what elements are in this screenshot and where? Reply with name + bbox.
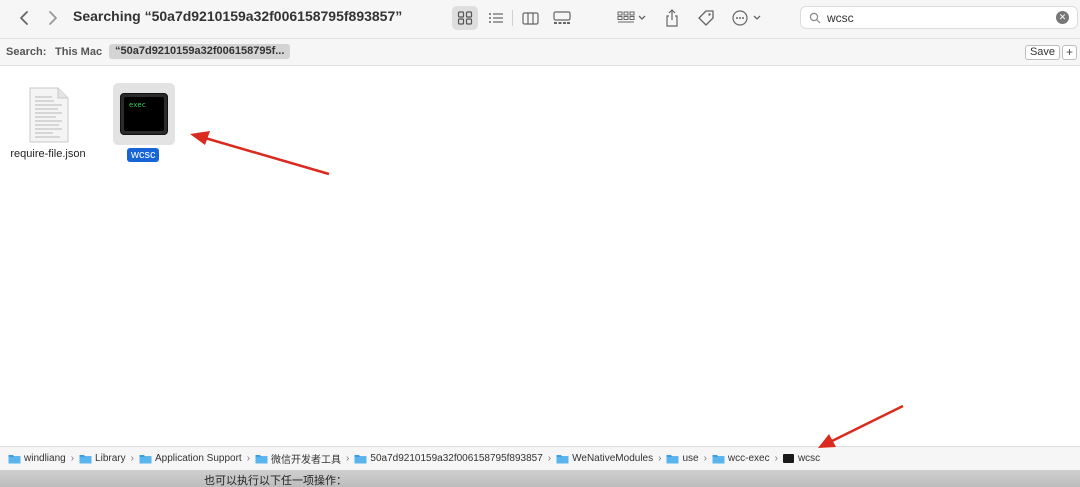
bottom-strip [0,470,1080,487]
path-separator-icon: › [346,453,350,464]
search-scope-bar: Search: This Mac “50a7d9210159a32f006158… [0,38,1080,66]
path-item[interactable]: 微信开发者工具 [255,451,341,466]
chevron-right-icon [49,11,57,25]
magnifier-icon [809,12,821,23]
file-name-selected: wcsc [127,148,160,162]
path-bar: windliang › Library › Application Support › 微信… [0,446,1080,470]
path-item[interactable]: use [666,453,699,464]
annotation-arrow-file [190,131,330,176]
chevron-left-icon [20,11,28,25]
path-separator-icon: › [547,453,552,464]
search-field[interactable]: ✕ [800,6,1078,29]
folder-icon [255,454,268,463]
annotation-arrows [190,131,904,448]
folder-icon [139,454,152,463]
window-title: Searching “50a7d9210159a32f006158795f893… [73,8,403,24]
share-button[interactable] [661,6,683,30]
folder-icon [354,454,367,463]
path-separator-icon: › [774,453,778,464]
back-button[interactable] [14,6,34,30]
folder-icon [556,454,569,463]
folder-icon [79,454,92,463]
gallery-icon [553,11,571,24]
tag-icon [698,10,714,26]
share-icon [666,9,678,27]
exec-label: exec [129,101,146,109]
ellipsis-circle-icon [732,10,761,26]
terminal-icon [782,454,794,463]
forward-button[interactable] [43,6,63,30]
path-item[interactable]: Application Support [139,453,242,464]
add-criteria-button[interactable]: + [1062,45,1077,60]
path-item[interactable]: Library [79,453,126,464]
path-item-label: Application Support [154,453,242,464]
grid-icon [457,11,473,25]
path-item[interactable]: wcsc [782,453,821,464]
tag-button[interactable] [694,6,718,30]
column-view-button[interactable] [518,6,542,30]
toolbar-separator [512,10,513,26]
group-by-button[interactable] [614,6,650,30]
path-item-label: 50a7d9210159a32f006158795f893857 [370,453,543,464]
path-item-label: windliang [24,453,66,464]
file-name: require-file.json [10,148,86,160]
folder-icon [666,454,679,463]
terminal-screen: exec [124,97,164,131]
scope-label: Search: [6,46,47,58]
window-toolbar: Searching “50a7d9210159a32f006158795f893… [0,0,1080,38]
path-item[interactable]: wcc-exec [712,453,770,464]
scope-this-mac[interactable]: This Mac [55,46,102,58]
folder-icon [712,454,725,463]
folder-icon [8,454,21,463]
list-icon [489,13,503,23]
columns-icon [521,11,539,25]
icon-view-button[interactable] [452,6,478,30]
path-separator-icon: › [130,453,134,464]
path-item-label: use [682,453,699,464]
path-item[interactable]: 50a7d9210159a32f006158795f893857 [354,453,543,464]
json-document-icon [29,87,69,143]
path-item[interactable]: WeNativeModules [556,453,653,464]
path-item[interactable]: windliang [8,453,66,464]
path-item-label: wcc-exec [727,453,770,464]
path-item-label: Library [95,453,126,464]
path-item-label: WeNativeModules [572,453,654,464]
path-separator-icon: › [246,453,251,464]
save-search-button[interactable]: Save [1025,45,1060,60]
close-icon: ✕ [1058,12,1067,22]
path-item-label: wcsc [797,453,821,464]
path-separator-icon: › [658,453,662,464]
unix-executable-icon: exec [120,93,168,135]
scope-search-term[interactable]: “50a7d9210159a32f006158795f... [109,44,291,59]
caption-text: 也可以执行以下任一项操作： [204,474,347,487]
search-input[interactable] [827,10,1057,25]
path-separator-icon: › [703,453,707,464]
more-actions-button[interactable] [730,6,766,30]
path-item-label: 微信开发者工具 [271,455,342,466]
annotation-arrow-path [818,404,904,448]
list-view-button[interactable] [484,6,508,30]
clear-search-button[interactable]: ✕ [1056,11,1069,24]
path-separator-icon: › [70,453,75,464]
gallery-view-button[interactable] [550,6,574,30]
group-icon [617,11,646,23]
